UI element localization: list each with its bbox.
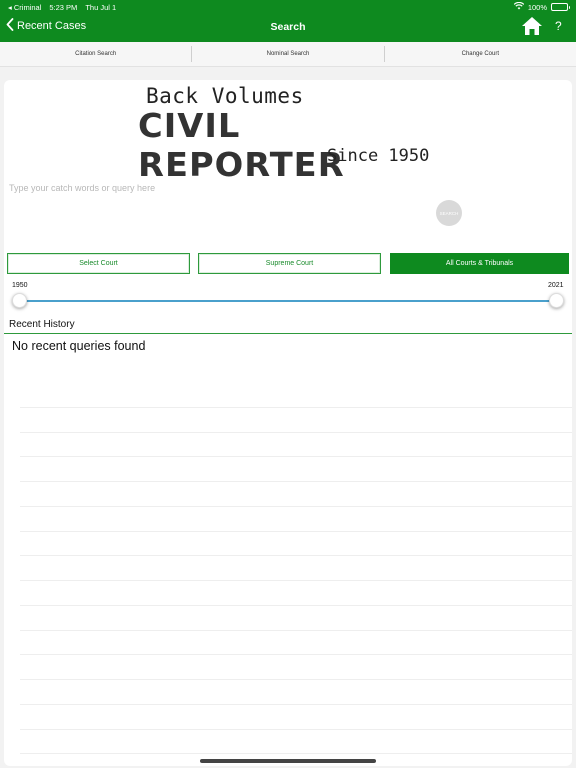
list-separator [20, 730, 572, 755]
list-separator [20, 532, 572, 557]
back-to-app-link[interactable]: ◂ Criminal [8, 3, 41, 12]
list-separator [20, 680, 572, 705]
list-separator [20, 408, 572, 433]
list-separator [20, 457, 572, 482]
back-button[interactable]: Recent Cases [6, 18, 86, 34]
battery-percentage: 100% [527, 2, 547, 12]
list-separator [20, 482, 572, 507]
status-bar: ◂ Criminal 5:23 PM Thu Jul 1 100% [0, 0, 576, 14]
list-separator [20, 433, 572, 458]
all-courts-tribunals-button[interactable]: All Courts & Tribunals [390, 253, 569, 274]
history-divider [4, 333, 572, 334]
recent-history-header: Recent History [9, 319, 75, 330]
status-time: 5:23 PM [49, 3, 78, 12]
list-separator [20, 606, 572, 631]
back-app-label: Criminal [13, 3, 42, 12]
search-button[interactable]: SEARCH [436, 200, 462, 226]
supreme-court-button[interactable]: Supreme Court [198, 253, 381, 274]
list-separator [20, 705, 572, 730]
history-list [20, 383, 572, 766]
year-range-min-thumb[interactable] [12, 293, 27, 308]
page-title: Search [270, 21, 306, 33]
year-range-max-thumb[interactable] [549, 293, 564, 308]
help-button[interactable]: ? [555, 19, 562, 33]
list-separator [20, 581, 572, 606]
year-range-max-label: 2021 [548, 282, 564, 289]
select-court-button[interactable]: Select Court [7, 253, 190, 274]
logo-line-since: Since 1950 [327, 146, 430, 166]
home-indicator[interactable] [200, 759, 376, 763]
tab-change-court[interactable]: Change Court [385, 46, 576, 62]
status-date: Thu Jul 1 [85, 3, 117, 12]
list-separator [20, 507, 572, 532]
civil-reporter-logo: Back Volumes CIVIL REPORTER Since 1950 [134, 80, 444, 184]
query-input[interactable] [9, 180, 549, 196]
year-range-min-label: 1950 [12, 282, 28, 289]
logo-line-back-volumes: Back Volumes [146, 84, 304, 108]
history-empty-message: No recent queries found [12, 339, 146, 353]
logo-line-civil-reporter: CIVIL REPORTER [138, 106, 345, 184]
chevron-left-icon [6, 18, 14, 34]
back-button-label: Recent Cases [17, 20, 87, 32]
battery-icon [551, 3, 570, 11]
list-separator [20, 556, 572, 581]
search-mode-tabs: Citation Search Nominal Search Change Co… [0, 42, 576, 67]
year-range-slider-track[interactable] [19, 299, 557, 302]
top-navigation-bar: ◂ Criminal 5:23 PM Thu Jul 1 100% Recent… [0, 0, 576, 42]
list-separator [20, 383, 572, 408]
wifi-icon [513, 1, 525, 12]
list-separator [20, 631, 572, 656]
court-filter-group: Select Court Supreme Court All Courts & … [7, 253, 569, 274]
search-card: Back Volumes CIVIL REPORTER Since 1950 S… [4, 80, 572, 766]
home-button[interactable] [521, 16, 543, 38]
tab-citation-search[interactable]: Citation Search [0, 46, 193, 62]
tab-nominal-search[interactable]: Nominal Search [192, 46, 385, 62]
list-separator [20, 655, 572, 680]
home-icon [521, 17, 543, 40]
